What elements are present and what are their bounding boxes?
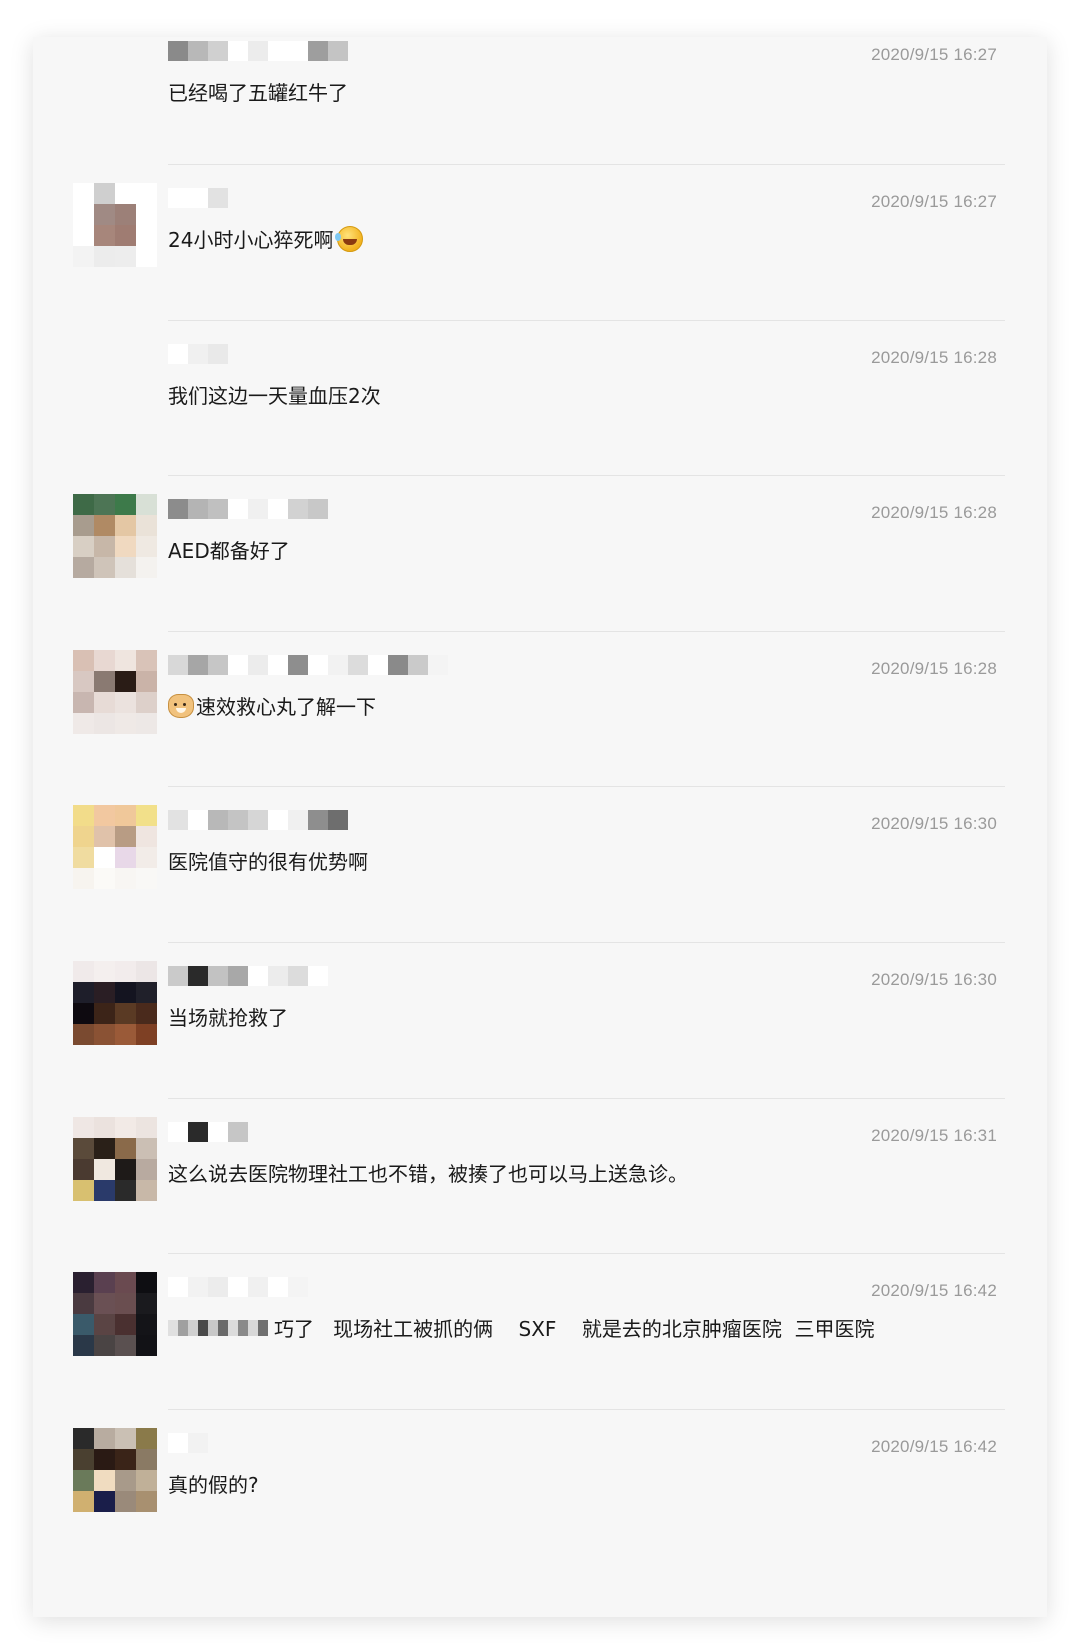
sender-name [168, 1432, 208, 1454]
message-text-content: 已经喝了五罐红牛了 [168, 81, 348, 105]
avatar[interactable] [73, 805, 157, 889]
avatar[interactable] [73, 183, 157, 267]
message-item[interactable]: 2020/9/15 16:31 这么说去医院物理社工也不错，被揍了也可以马上送急诊… [33, 1098, 1047, 1254]
redacted-mention [168, 1319, 268, 1336]
message-item[interactable]: 2020/9/15 16:42 巧了 现场社工被抓的俩 SXF 就是去的北京肿瘤医… [33, 1253, 1047, 1409]
message-text: AED都备好了 [168, 535, 290, 564]
message-item[interactable]: 2020/9/15 16:27 24小时小心猝死啊 [33, 164, 1047, 320]
message-timestamp: 2020/9/15 16:28 [871, 503, 997, 522]
message-text: 巧了 现场社工被抓的俩 SXF 就是去的北京肿瘤医院 三甲医院 [168, 1313, 875, 1342]
message-text-content: 巧了 现场社工被抓的俩 SXF 就是去的北京肿瘤医院 三甲医院 [274, 1317, 875, 1341]
message-text: 速效救心丸了解一下 [168, 691, 376, 720]
message-timestamp: 2020/9/15 16:28 [871, 659, 997, 678]
sender-name [168, 343, 228, 365]
message-timestamp: 2020/9/15 16:28 [871, 348, 997, 367]
avatar[interactable] [73, 1272, 157, 1356]
message-text-content: 这么说去医院物理社工也不错，被揍了也可以马上送急诊。 [168, 1162, 688, 1186]
avatar[interactable] [73, 961, 157, 1045]
message-item[interactable]: 2020/9/15 16:28 速效救心丸了解一下 [33, 631, 1047, 787]
sender-name [168, 187, 228, 209]
message-text-content: 24小时小心猝死啊 [168, 228, 334, 252]
sender-name [168, 809, 348, 831]
message-timestamp: 2020/9/15 16:42 [871, 1281, 997, 1300]
message-text: 真的假的? [168, 1469, 259, 1498]
message-item[interactable]: 2020/9/15 16:30 当场就抢救了 [33, 942, 1047, 1098]
laugh-cry-emoji-icon [335, 225, 364, 252]
message-timestamp: 2020/9/15 16:27 [871, 45, 997, 64]
message-timestamp: 2020/9/15 16:27 [871, 192, 997, 211]
sender-name [168, 498, 328, 520]
message-item[interactable]: 2020/9/15 16:28 我们这边一天量血压2次 [33, 320, 1047, 476]
sender-name [168, 1276, 308, 1298]
message-item[interactable]: 2020/9/15 16:27 已经喝了五罐红牛了 [33, 37, 1047, 164]
avatar[interactable] [73, 1117, 157, 1201]
sender-name [168, 654, 448, 676]
message-item[interactable]: 2020/9/15 16:30 医院值守的很有优势啊 [33, 786, 1047, 942]
message-timestamp: 2020/9/15 16:31 [871, 1126, 997, 1145]
message-text: 当场就抢救了 [168, 1002, 288, 1031]
message-item[interactable]: 2020/9/15 16:42 真的假的? [33, 1409, 1047, 1565]
message-timestamp: 2020/9/15 16:42 [871, 1437, 997, 1456]
message-text-content: 医院值守的很有优势啊 [168, 850, 368, 874]
message-timestamp: 2020/9/15 16:30 [871, 970, 997, 989]
message-text-content: 速效救心丸了解一下 [196, 695, 376, 719]
message-text-content: 真的假的? [168, 1473, 259, 1497]
message-text-content: AED都备好了 [168, 539, 290, 563]
doge-emoji-icon [168, 693, 194, 718]
message-text: 24小时小心猝死啊 [168, 224, 364, 253]
message-text: 我们这边一天量血压2次 [168, 380, 381, 409]
message-text-content: 我们这边一天量血压2次 [168, 384, 381, 408]
sender-name [168, 40, 348, 62]
avatar[interactable] [73, 1428, 157, 1512]
message-text-content: 当场就抢救了 [168, 1006, 288, 1030]
message-timestamp: 2020/9/15 16:30 [871, 814, 997, 833]
chat-history-panel[interactable]: 2020/9/15 16:27 已经喝了五罐红牛了 2020/9/15 16:27 2… [33, 37, 1047, 1617]
sender-name [168, 965, 328, 987]
message-text: 医院值守的很有优势啊 [168, 846, 368, 875]
message-text: 这么说去医院物理社工也不错，被揍了也可以马上送急诊。 [168, 1158, 688, 1187]
message-item[interactable]: 2020/9/15 16:28 AED都备好了 [33, 475, 1047, 631]
avatar[interactable] [73, 494, 157, 578]
sender-name [168, 1121, 248, 1143]
message-text: 已经喝了五罐红牛了 [168, 77, 348, 106]
avatar[interactable] [73, 650, 157, 734]
